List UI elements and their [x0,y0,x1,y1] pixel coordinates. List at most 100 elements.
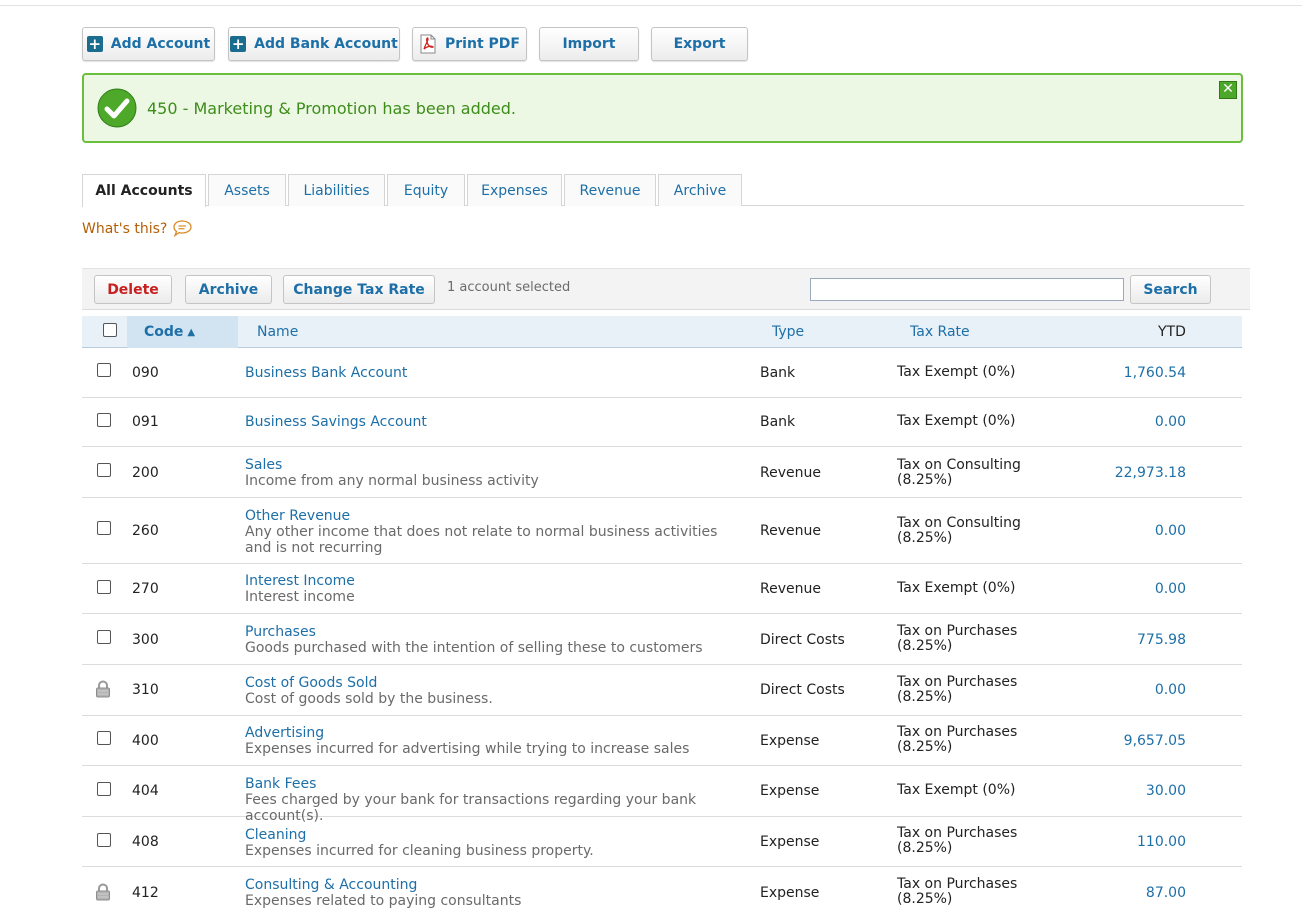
account-tax-rate: Tax on Consulting (8.25%) [897,457,1021,488]
row-checkbox[interactable] [97,413,111,427]
table-row[interactable]: 270 Interest Income Interest income Reve… [82,564,1242,614]
plus-icon: + [230,35,247,53]
account-ytd[interactable]: 0.00 [1155,682,1186,698]
row-checkbox[interactable] [97,521,111,535]
tab-liabilities[interactable]: Liabilities [288,174,385,206]
account-name-cell: Consulting & Accounting Expenses related… [245,877,745,909]
account-ytd[interactable]: 0.00 [1155,581,1186,597]
table-row[interactable]: 200 Sales Income from any normal busines… [82,447,1242,498]
account-tax-rate: Tax Exempt (0%) [897,364,1016,380]
code-column-header[interactable]: Code ▲ [127,316,238,348]
top-divider [0,5,1302,6]
table-row[interactable]: 260 Other Revenue Any other income that … [82,498,1242,564]
account-name-link[interactable]: Bank Fees [245,776,745,792]
account-name-link[interactable]: Purchases [245,624,745,640]
account-tax-rate: Tax Exempt (0%) [897,580,1016,596]
print-pdf-button[interactable]: Print PDF [412,27,527,61]
account-description: Cost of goods sold by the business. [245,691,493,707]
bulk-action-bar: Delete Archive Change Tax Rate 1 account… [82,268,1250,310]
account-name-link[interactable]: Cost of Goods Sold [245,675,745,691]
account-type: Revenue [760,465,821,481]
account-name-link[interactable]: Sales [245,457,745,473]
account-type: Bank [760,414,796,430]
account-ytd[interactable]: 110.00 [1137,834,1186,850]
row-checkbox[interactable] [97,731,111,745]
row-checkbox[interactable] [97,833,111,847]
account-tax-rate: Tax on Purchases (8.25%) [897,623,1018,654]
account-name-link[interactable]: Other Revenue [245,508,745,524]
account-code: 412 [132,885,159,901]
table-row[interactable]: 090 Business Bank Account Bank Tax Exemp… [82,348,1242,398]
ytd-column-header[interactable]: YTD [1158,316,1186,348]
account-ytd[interactable]: 22,973.18 [1115,465,1186,481]
account-name-link[interactable]: Cleaning [245,827,745,843]
account-name-cell: Purchases Goods purchased with the inten… [245,624,745,656]
table-row[interactable]: 404 Bank Fees Fees charged by your bank … [82,766,1242,824]
tab-expenses[interactable]: Expenses [467,174,562,206]
account-name-link[interactable]: Business Bank Account [245,365,745,381]
tab-assets[interactable]: Assets [208,174,286,206]
account-description: Income from any normal business activity [245,473,539,489]
add-bank-account-label: Add Bank Account [254,36,398,52]
account-type: Direct Costs [760,632,845,648]
add-bank-account-button[interactable]: + Add Bank Account [228,27,400,61]
row-checkbox[interactable] [97,782,111,796]
account-ytd[interactable]: 0.00 [1155,523,1186,539]
account-type: Revenue [760,523,821,539]
table-row[interactable]: 091 Business Savings Account Bank Tax Ex… [82,398,1242,447]
account-name-link[interactable]: Advertising [245,725,745,741]
tab-all-accounts[interactable]: All Accounts [82,174,206,207]
table-row[interactable]: 412 Consulting & Accounting Expenses rel… [82,867,1242,915]
search-input[interactable] [810,278,1124,301]
change-tax-rate-button[interactable]: Change Tax Rate [283,275,435,304]
account-description: Interest income [245,589,355,605]
account-ytd[interactable]: 1,760.54 [1124,365,1186,381]
row-checkbox[interactable] [97,363,111,377]
import-button[interactable]: Import [539,27,639,61]
tab-revenue[interactable]: Revenue [564,174,656,206]
tab-equity[interactable]: Equity [387,174,465,206]
tax-rate-column-header[interactable]: Tax Rate [910,316,970,348]
table-row[interactable]: 310 Cost of Goods Sold Cost of goods sol… [82,665,1242,716]
account-tax-rate: Tax Exempt (0%) [897,782,1016,798]
account-code: 260 [132,523,159,539]
row-checkbox[interactable] [97,630,111,644]
search-button[interactable]: Search [1130,275,1211,304]
account-ytd[interactable]: 0.00 [1155,414,1186,430]
account-ytd[interactable]: 9,657.05 [1124,733,1186,749]
account-name-cell: Cleaning Expenses incurred for cleaning … [245,827,745,859]
account-tax-rate: Tax on Purchases (8.25%) [897,674,1018,705]
account-name-link[interactable]: Business Savings Account [245,414,745,430]
close-notification-icon[interactable]: ✕ [1219,81,1237,99]
account-name-cell: Business Bank Account [245,365,745,381]
account-name-link[interactable]: Consulting & Accounting [245,877,745,893]
name-column-header[interactable]: Name [257,316,298,348]
account-ytd[interactable]: 775.98 [1137,632,1186,648]
export-button[interactable]: Export [651,27,748,61]
account-type: Bank [760,365,796,381]
archive-button[interactable]: Archive [185,275,272,304]
account-tax-rate: Tax on Purchases (8.25%) [897,724,1018,755]
row-checkbox[interactable] [97,580,111,594]
account-name-cell: Sales Income from any normal business ac… [245,457,745,489]
table-row[interactable]: 400 Advertising Expenses incurred for ad… [82,716,1242,766]
add-account-label: Add Account [110,36,211,52]
notification-message: 450 - Marketing & Promotion has been add… [147,99,517,118]
account-name-cell: Business Savings Account [245,414,745,430]
whats-this-link[interactable]: What's this? [82,220,193,237]
account-code: 300 [132,632,159,648]
account-code: 270 [132,581,159,597]
account-code: 408 [132,834,159,850]
account-ytd[interactable]: 87.00 [1146,885,1186,901]
row-checkbox[interactable] [97,463,111,477]
account-ytd[interactable]: 30.00 [1146,783,1186,799]
table-row[interactable]: 408 Cleaning Expenses incurred for clean… [82,817,1242,867]
type-column-header[interactable]: Type [772,316,804,348]
account-name-link[interactable]: Interest Income [245,573,745,589]
add-account-button[interactable]: + Add Account [82,27,215,61]
select-all-checkbox[interactable] [103,323,117,337]
delete-button[interactable]: Delete [94,275,172,304]
tab-archive[interactable]: Archive [658,174,742,206]
code-header-label: Code [144,324,184,340]
table-row[interactable]: 300 Purchases Goods purchased with the i… [82,614,1242,665]
